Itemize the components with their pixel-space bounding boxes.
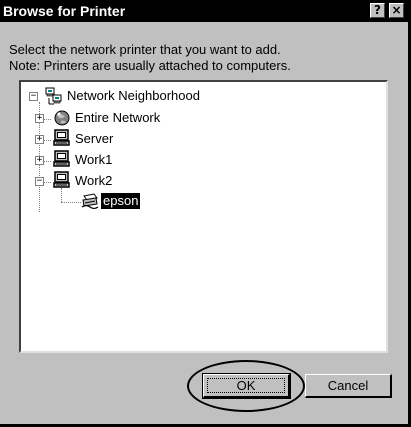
printer-tree-view[interactable]: − Network Neighborhood + Entire Network …: [19, 80, 388, 353]
tree-connector: [61, 188, 63, 202]
title-bar[interactable]: Browse for Printer ? ×: [0, 0, 408, 22]
expand-icon[interactable]: +: [35, 135, 44, 144]
tree-item-label: Server: [75, 131, 114, 146]
help-button[interactable]: ?: [370, 3, 385, 18]
focus-rectangle: [207, 378, 285, 393]
browse-for-printer-dialog: Browse for Printer ? × Select the networ…: [0, 0, 411, 427]
tree-item-label: Network Neighborhood: [67, 88, 200, 103]
computer-icon: [53, 150, 70, 167]
collapse-icon[interactable]: −: [35, 177, 44, 186]
tree-item-label: Entire Network: [75, 110, 161, 125]
ok-button[interactable]: OK: [202, 373, 291, 399]
window-title: Browse for Printer: [3, 3, 126, 19]
cancel-button-label: Cancel: [327, 378, 369, 393]
tree-connector: [61, 202, 81, 204]
tree-item-label: Work1: [75, 152, 113, 167]
instruction-line-2: Note: Printers are usually attached to c…: [9, 58, 291, 73]
computer-icon: [53, 129, 70, 146]
close-button[interactable]: ×: [389, 3, 404, 18]
instruction-line-1: Select the network printer that you want…: [9, 42, 281, 57]
tree-item-label: epson: [101, 193, 141, 209]
tree-item-label: Work2: [75, 173, 113, 188]
expand-icon[interactable]: +: [35, 114, 44, 123]
globe-icon: [54, 110, 70, 126]
network-printer-icon: [81, 193, 99, 210]
network-neighborhood-icon: [45, 87, 62, 105]
collapse-icon[interactable]: −: [29, 92, 38, 101]
expand-icon[interactable]: +: [35, 156, 44, 165]
cancel-button[interactable]: Cancel: [305, 374, 392, 398]
computer-icon: [53, 171, 70, 188]
